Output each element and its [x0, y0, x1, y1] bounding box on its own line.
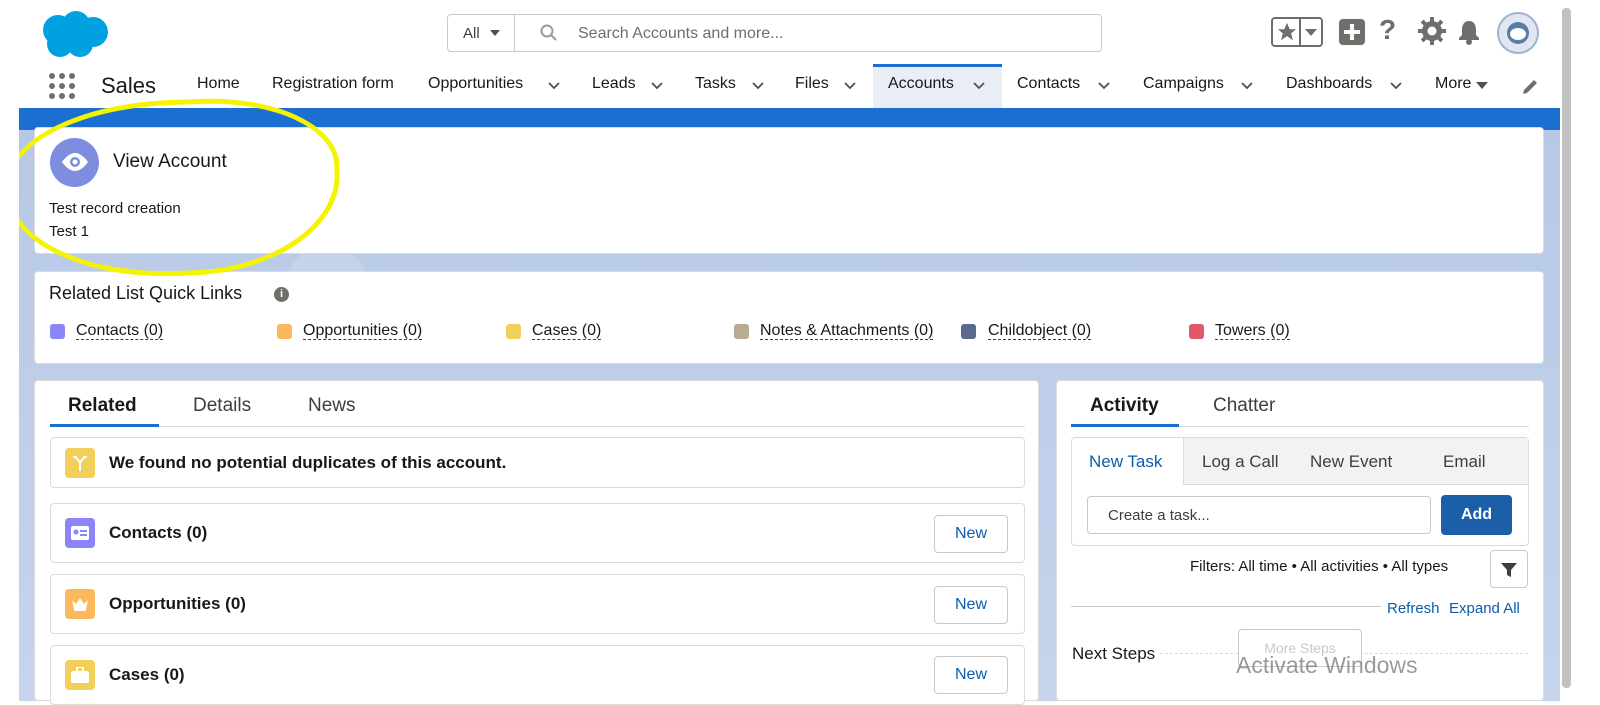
star-icon [1277, 22, 1297, 41]
search-scope-label: All [463, 25, 480, 42]
tab-related[interactable]: Related [68, 395, 137, 417]
search-placeholder: Search Accounts and more... [578, 25, 784, 42]
related-list-title-opportunities[interactable]: Opportunities (0) [109, 594, 246, 614]
publisher-tab-new-task[interactable]: New Task [1089, 452, 1162, 492]
nav-item-more[interactable]: More [1435, 75, 1471, 93]
publisher-tab-new-event[interactable]: New Event [1310, 452, 1392, 492]
towers-icon [1189, 324, 1204, 339]
setup-gear-icon[interactable] [1418, 17, 1446, 45]
nav-item-dashboards[interactable]: Dashboards [1286, 75, 1372, 93]
nav-item-contacts[interactable]: Contacts [1017, 75, 1080, 93]
chevron-down-icon[interactable] [651, 82, 663, 90]
nav-item-files[interactable]: Files [795, 75, 829, 93]
cases-icon [506, 324, 521, 339]
related-list-title-cases[interactable]: Cases (0) [109, 665, 185, 685]
active-tab-indicator [50, 424, 159, 427]
tab-divider [50, 426, 1025, 427]
add-task-button[interactable]: Add [1441, 495, 1512, 535]
expand-all-link[interactable]: Expand All [1449, 600, 1520, 617]
left-margin [0, 0, 19, 701]
nav-item-registration-form[interactable]: Registration form [272, 75, 394, 93]
quick-links-title: Related List Quick Links [49, 283, 243, 303]
opportunities-icon [277, 324, 292, 339]
help-icon[interactable]: ? [1379, 14, 1396, 46]
quick-link-contacts[interactable]: Contacts (0) [76, 322, 164, 340]
refresh-link[interactable]: Refresh [1387, 600, 1440, 617]
browser-scrollbar-thumb[interactable] [1562, 8, 1571, 688]
chevron-down-icon[interactable] [973, 82, 985, 90]
search-scope-dropdown[interactable]: All [447, 14, 515, 52]
create-task-input[interactable]: Create a task... [1087, 496, 1431, 534]
activity-filters: Filters: All time • All activities • All… [1190, 558, 1449, 575]
chevron-down-icon[interactable] [844, 82, 856, 90]
chevron-down-icon[interactable] [1390, 82, 1402, 90]
app-launcher-grid-icon[interactable] [48, 72, 76, 100]
related-list-cases [50, 645, 1025, 705]
quick-links-card [34, 271, 1544, 364]
activate-windows-watermark: Activate Windows [1236, 652, 1418, 678]
create-task-placeholder: Create a task... [1108, 507, 1210, 524]
chevron-down-icon [1305, 29, 1317, 36]
nav-item-tasks[interactable]: Tasks [695, 75, 736, 93]
favorites-button[interactable] [1271, 17, 1323, 47]
filter-funnel-icon [1501, 563, 1517, 577]
publisher-tab-email[interactable]: Email [1443, 452, 1486, 492]
quick-link-cases[interactable]: Cases (0) [532, 322, 602, 340]
search-icon [540, 24, 557, 41]
global-search-input[interactable]: Search Accounts and more... [514, 14, 1102, 52]
quick-link-childobject[interactable]: Childobject (0) [988, 322, 1092, 340]
chevron-down-icon [490, 30, 500, 36]
tab-chatter[interactable]: Chatter [1213, 395, 1275, 417]
nav-item-accounts[interactable]: Accounts [888, 75, 954, 93]
next-steps-heading: Next Steps [1072, 644, 1156, 663]
filter-button[interactable] [1490, 550, 1528, 588]
merge-icon [65, 448, 95, 478]
tab-details[interactable]: Details [193, 395, 251, 417]
nav-item-home[interactable]: Home [197, 75, 240, 93]
active-tab-indicator [1071, 424, 1179, 427]
quick-link-towers[interactable]: Towers (0) [1215, 322, 1290, 340]
duplicates-message: We found no potential duplicates of this… [109, 453, 507, 472]
nav-item-leads[interactable]: Leads [592, 75, 636, 93]
wrench-icon [961, 324, 976, 339]
new-contact-button[interactable]: New [934, 515, 1008, 553]
new-case-button[interactable]: New [934, 656, 1008, 694]
nav-item-campaigns[interactable]: Campaigns [1143, 75, 1224, 93]
crown-icon [65, 589, 95, 619]
contact-card-icon [65, 518, 95, 548]
salesforce-logo [43, 11, 108, 57]
tab-news[interactable]: News [308, 395, 356, 417]
quick-link-opportunities[interactable]: Opportunities (0) [303, 322, 423, 340]
related-list-title-contacts[interactable]: Contacts (0) [109, 523, 207, 543]
chevron-down-icon[interactable] [752, 82, 764, 90]
contacts-icon [50, 324, 65, 339]
user-avatar[interactable] [1497, 12, 1539, 54]
chevron-down-icon[interactable] [1098, 82, 1110, 90]
tab-activity[interactable]: Activity [1090, 395, 1159, 417]
quick-link-notes-attachments[interactable]: Notes & Attachments (0) [760, 322, 934, 340]
global-actions-add-icon[interactable] [1339, 19, 1365, 45]
new-opportunity-button[interactable]: New [934, 586, 1008, 624]
app-name: Sales [101, 73, 157, 98]
timeline-divider [1071, 606, 1381, 607]
publisher-tab-log-a-call[interactable]: Log a Call [1202, 452, 1279, 492]
chevron-down-icon[interactable] [548, 82, 560, 90]
info-icon[interactable]: i [274, 287, 289, 302]
caret-down-icon [1476, 82, 1488, 89]
chevron-down-icon[interactable] [1241, 82, 1253, 90]
nav-item-opportunities[interactable]: Opportunities [428, 75, 523, 93]
notifications-bell-icon[interactable] [1457, 19, 1481, 45]
edit-nav-pencil-icon[interactable] [1520, 77, 1540, 97]
briefcase-icon [65, 660, 95, 690]
notes-attachments-icon [734, 324, 749, 339]
